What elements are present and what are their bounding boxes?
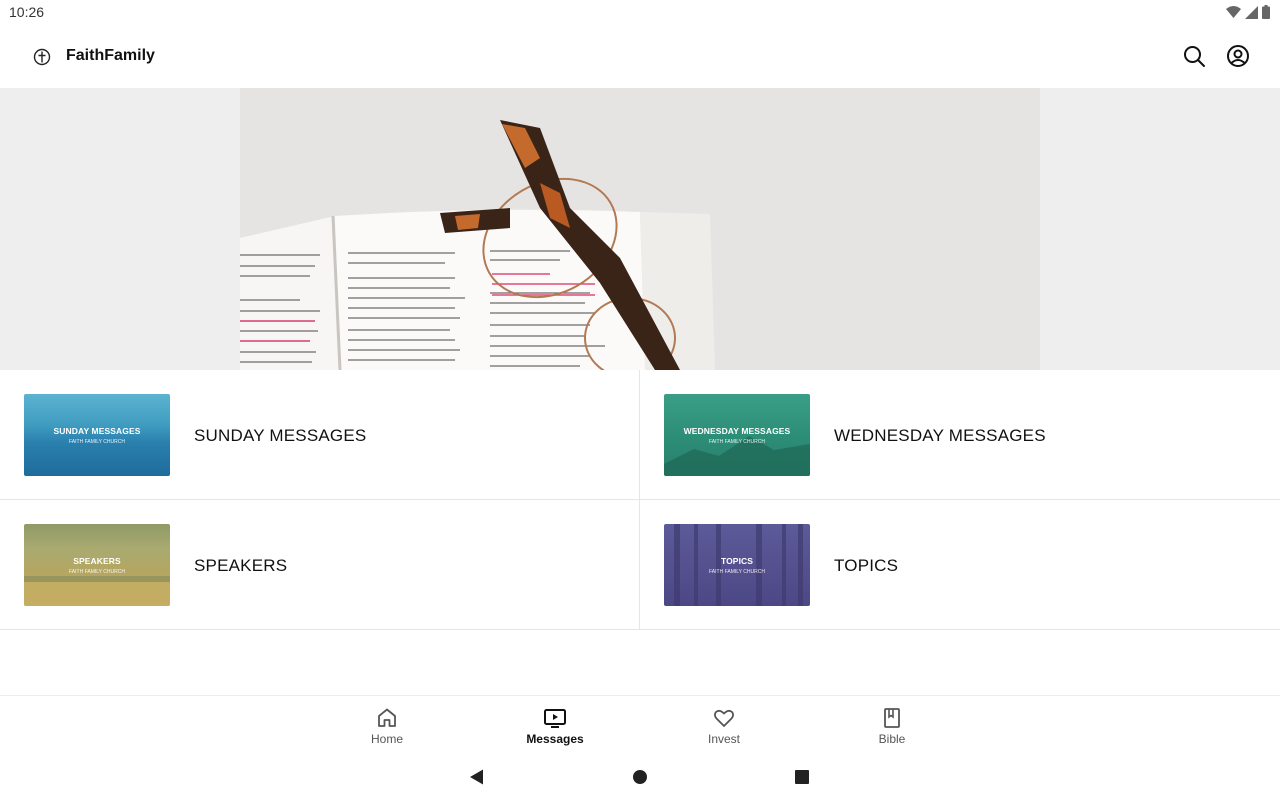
thumbnail-title: TOPICS xyxy=(720,556,754,566)
video-play-icon xyxy=(544,709,566,728)
category-label: WEDNESDAY MESSAGES xyxy=(834,426,1046,445)
category-card-wednesday-messages[interactable]: WEDNESDAY MESSAGES FAITH FAMILY CHURCH W… xyxy=(640,370,1280,500)
thumbnail-title: SUNDAY MESSAGES xyxy=(53,426,141,436)
category-label: SUNDAY MESSAGES xyxy=(194,426,367,445)
nav-item-bible[interactable]: Bible xyxy=(832,696,952,754)
status-bar: 10:26 xyxy=(0,0,1280,26)
status-icons xyxy=(1226,5,1270,19)
thumbnail-subtitle: FAITH FAMILY CHURCH xyxy=(709,439,765,445)
thumbnail-subtitle: FAITH FAMILY CHURCH xyxy=(69,569,125,575)
category-card-speakers[interactable]: SPEAKERS FAITH FAMILY CHURCH SPEAKERS xyxy=(0,500,640,630)
thumbnail-subtitle: FAITH FAMILY CHURCH xyxy=(69,439,125,445)
category-label: TOPICS xyxy=(834,556,899,575)
thumbnail-subtitle: FAITH FAMILY CHURCH xyxy=(709,569,765,575)
bookmark-book-icon xyxy=(884,708,900,728)
home-circle-icon[interactable] xyxy=(630,767,650,787)
category-thumbnail: SUNDAY MESSAGES FAITH FAMILY CHURCH xyxy=(24,394,170,476)
back-triangle-icon[interactable] xyxy=(467,767,487,787)
heart-icon xyxy=(713,709,735,727)
category-thumbnail: TOPICS FAITH FAMILY CHURCH xyxy=(664,524,810,606)
bible-glasses-illustration xyxy=(240,120,715,370)
signal-icon xyxy=(1245,5,1258,19)
nav-label: Invest xyxy=(707,732,740,746)
category-card-sunday-messages[interactable]: SUNDAY MESSAGES FAITH FAMILY CHURCH SUND… xyxy=(0,370,640,500)
wifi-icon xyxy=(1226,5,1241,18)
home-icon xyxy=(378,708,396,727)
hero-image xyxy=(240,88,1040,370)
category-label: SPEAKERS xyxy=(194,556,288,575)
category-thumbnail: WEDNESDAY MESSAGES FAITH FAMILY CHURCH xyxy=(664,394,810,476)
nav-item-invest[interactable]: Invest xyxy=(664,696,784,754)
app-title: FaithFamily xyxy=(66,47,155,64)
nav-label: Home xyxy=(370,732,403,746)
category-thumbnail: SPEAKERS FAITH FAMILY CHURCH xyxy=(24,524,170,606)
nav-label: Bible xyxy=(878,732,906,746)
bottom-navigation: Home Messages Invest Bible xyxy=(0,695,1280,755)
app-bar: FaithFamily xyxy=(0,26,1280,88)
search-icon[interactable] xyxy=(1182,44,1206,68)
recents-square-icon[interactable] xyxy=(792,767,812,787)
hero-side-right xyxy=(1040,88,1280,370)
battery-icon xyxy=(1262,5,1270,19)
category-grid: SUNDAY MESSAGES FAITH FAMILY CHURCH SUND… xyxy=(0,370,1280,630)
system-navigation xyxy=(0,755,1280,800)
thumbnail-title: WEDNESDAY MESSAGES xyxy=(683,426,791,436)
nav-item-messages[interactable]: Messages xyxy=(495,696,615,754)
nav-label: Messages xyxy=(526,732,584,746)
category-card-topics[interactable]: TOPICS FAITH FAMILY CHURCH TOPICS xyxy=(640,500,1280,630)
thumbnail-title: SPEAKERS xyxy=(73,556,121,566)
status-time: 10:26 xyxy=(9,4,45,20)
cross-circle-icon[interactable] xyxy=(32,47,52,67)
hero-side-left xyxy=(0,88,240,370)
account-icon[interactable] xyxy=(1226,44,1250,68)
nav-item-home[interactable]: Home xyxy=(327,696,447,754)
hero-banner xyxy=(0,88,1280,370)
